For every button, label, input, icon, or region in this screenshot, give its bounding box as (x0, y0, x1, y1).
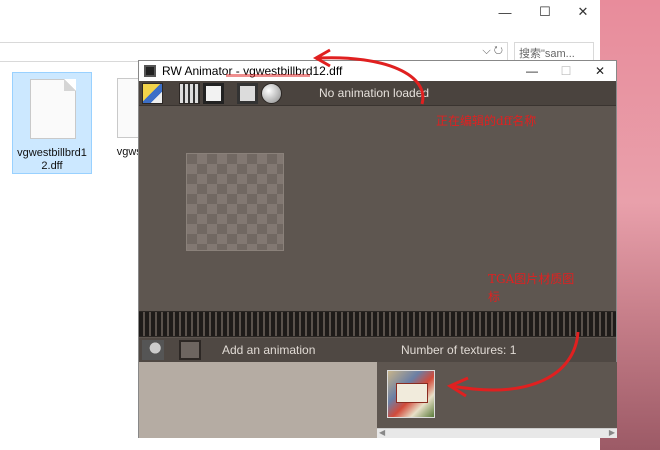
address-bar-buttons[interactable]: ⌵ ↻ (482, 45, 503, 58)
explorer-minimize-button[interactable]: — (490, 0, 520, 24)
texture-annotation-text-line2: 标 (488, 290, 501, 304)
rw-close-button[interactable]: ✕ (585, 61, 615, 81)
open-file-icon[interactable] (142, 83, 163, 104)
clapper-star-icon[interactable] (142, 340, 164, 360)
document-icon (30, 79, 76, 139)
texture-preview-checkerboard (186, 153, 284, 251)
texture-annotation-text-line1: TGA图片材质图 (488, 272, 575, 286)
title-annotation-text: 正在编辑的dff名称 (436, 114, 537, 128)
app-icon (144, 65, 156, 77)
search-input[interactable]: 搜索"sam... (514, 42, 594, 62)
rw-titlebar[interactable]: RW Animator - vgwestbillbrd12.dff — ☐ ✕ (139, 61, 616, 81)
window-title: RW Animator - vgwestbillbrd12.dff (162, 64, 343, 78)
tga-texture-thumbnail[interactable] (387, 370, 435, 418)
rw-animator-window: RW Animator - vgwestbillbrd12.dff — ☐ ✕ … (138, 60, 617, 438)
animation-timeline[interactable] (139, 311, 616, 337)
film-icon[interactable] (179, 83, 200, 104)
rw-toolbar: No animation loaded (139, 81, 616, 106)
animation-status: No animation loaded (319, 86, 430, 100)
rw-minimize-button[interactable]: — (517, 61, 547, 81)
address-bar[interactable]: ⌵ ↻ (0, 42, 508, 62)
explorer-close-button[interactable]: ✕ (568, 0, 598, 24)
add-animation-label[interactable]: Add an animation (222, 343, 315, 357)
animation-bar: Add an animation Number of textures: 1 (139, 338, 616, 362)
monitor-icon[interactable] (237, 83, 258, 104)
texture-icon[interactable] (203, 83, 224, 104)
texture-count-label: Number of textures: 1 (401, 343, 517, 357)
texture-list-pane (377, 362, 617, 428)
animation-list-pane[interactable] (139, 362, 377, 438)
texture-horizontal-scrollbar[interactable]: ◀ ▶ (377, 428, 617, 438)
file-item-vgwestbillbrd12[interactable]: vgwestbillbrd12.dff (12, 72, 92, 174)
sphere-icon[interactable] (261, 83, 282, 104)
file-name: vgwestbillbrd12.dff (17, 147, 87, 172)
explorer-maximize-button[interactable]: ☐ (530, 0, 560, 24)
trash-bin-icon[interactable] (179, 340, 201, 360)
rw-maximize-button[interactable]: ☐ (551, 61, 581, 81)
